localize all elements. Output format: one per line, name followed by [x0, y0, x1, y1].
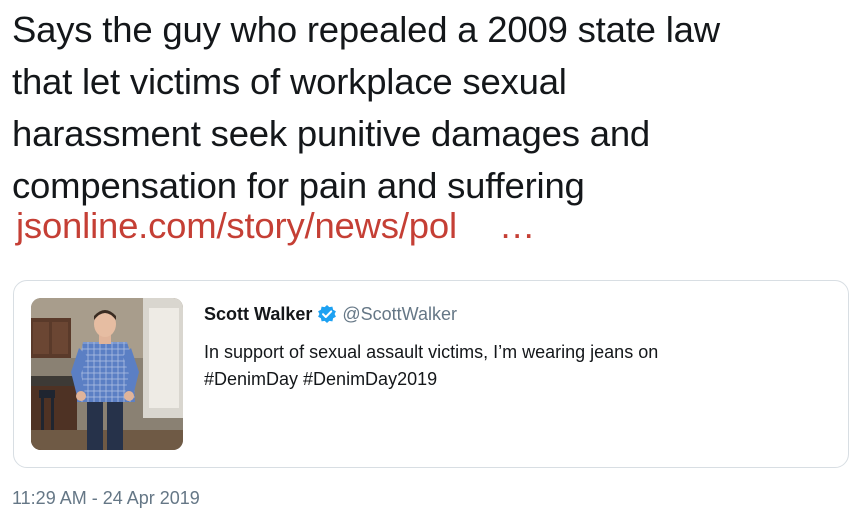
quoted-tweet-photo[interactable] [31, 298, 183, 450]
author-name[interactable]: Scott Walker [204, 304, 312, 325]
tweet-text: Says the guy who repealed a 2009 state l… [12, 4, 857, 212]
quoted-tweet-card[interactable]: Scott Walker @ScottWalker In support of … [13, 280, 849, 468]
tweet: Says the guy who repealed a 2009 state l… [0, 0, 863, 527]
tweet-timestamp[interactable]: 11:29 AM - 24 Apr 2019 [12, 488, 200, 509]
tweet-text-line: Says the guy who repealed a 2009 state l… [12, 9, 720, 50]
man-in-kitchen-photo [31, 298, 183, 450]
author-handle[interactable]: @ScottWalker [342, 304, 457, 325]
quoted-tweet-text-line: #DenimDay #DenimDay2019 [204, 369, 438, 389]
tweet-text-line: harassment seek punitive damages and [12, 113, 651, 154]
tweet-text-line: that let victims of workplace sexual [12, 61, 567, 102]
quoted-tweet-text-line: In support of sexual assault victims, I’… [204, 342, 659, 362]
verified-badge-icon [317, 304, 337, 324]
quoted-tweet-header: Scott Walker @ScottWalker [204, 302, 457, 326]
article-link-text[interactable]: jsonline.com/story/news/pol [16, 205, 457, 246]
article-link[interactable]: jsonline.com/story/news/pol … [16, 200, 535, 252]
quoted-tweet-text: In support of sexual assault victims, I’… [204, 339, 824, 393]
link-ellipsis: … [498, 205, 536, 246]
